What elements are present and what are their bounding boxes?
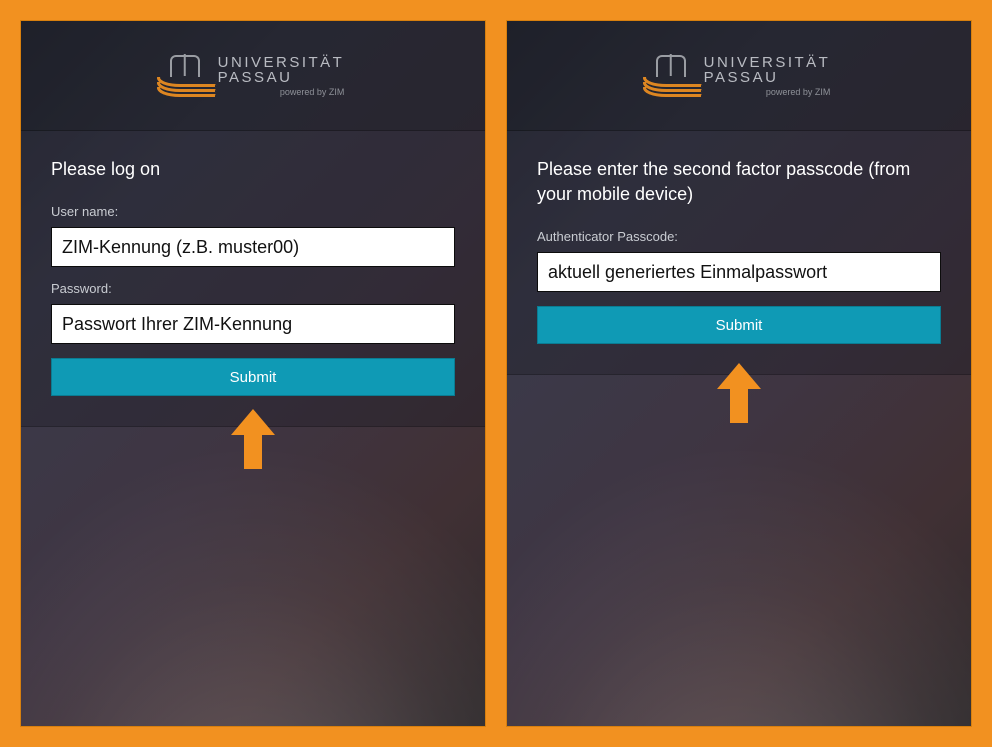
password-label: Password: [51, 281, 455, 296]
submit-button[interactable]: Submit [537, 306, 941, 344]
logo-subline: powered by ZIM [218, 88, 345, 97]
logo-subline: powered by ZIM [704, 88, 831, 97]
form-heading: Please log on [51, 157, 455, 182]
logo-header: UNIVERSITÄT PASSAU powered by ZIM [21, 21, 485, 131]
arrow-up-icon [717, 363, 761, 423]
passcode-input[interactable] [537, 252, 941, 292]
logo-icon [648, 55, 694, 97]
logo-icon [162, 55, 208, 97]
passcode-label: Authenticator Passcode: [537, 229, 941, 244]
logo-text: UNIVERSITÄT PASSAU powered by ZIM [704, 55, 831, 97]
password-input[interactable] [51, 304, 455, 344]
logo-line2: PASSAU [704, 70, 831, 85]
logo-header: UNIVERSITÄT PASSAU powered by ZIM [507, 21, 971, 131]
logo-text: UNIVERSITÄT PASSAU powered by ZIM [218, 55, 345, 97]
logo-line1: UNIVERSITÄT [218, 55, 345, 70]
logo-line2: PASSAU [218, 70, 345, 85]
login-panel-step1: UNIVERSITÄT PASSAU powered by ZIM Please… [20, 20, 486, 727]
login-panel-step2: UNIVERSITÄT PASSAU powered by ZIM Please… [506, 20, 972, 727]
university-logo: UNIVERSITÄT PASSAU powered by ZIM [162, 55, 345, 97]
username-input[interactable] [51, 227, 455, 267]
username-label: User name: [51, 204, 455, 219]
login-form: Please log on User name: Password: Submi… [21, 131, 485, 427]
mfa-form: Please enter the second factor passcode … [507, 131, 971, 375]
university-logo: UNIVERSITÄT PASSAU powered by ZIM [648, 55, 831, 97]
form-heading: Please enter the second factor passcode … [537, 157, 941, 207]
submit-button[interactable]: Submit [51, 358, 455, 396]
arrow-up-icon [231, 409, 275, 469]
logo-line1: UNIVERSITÄT [704, 55, 831, 70]
